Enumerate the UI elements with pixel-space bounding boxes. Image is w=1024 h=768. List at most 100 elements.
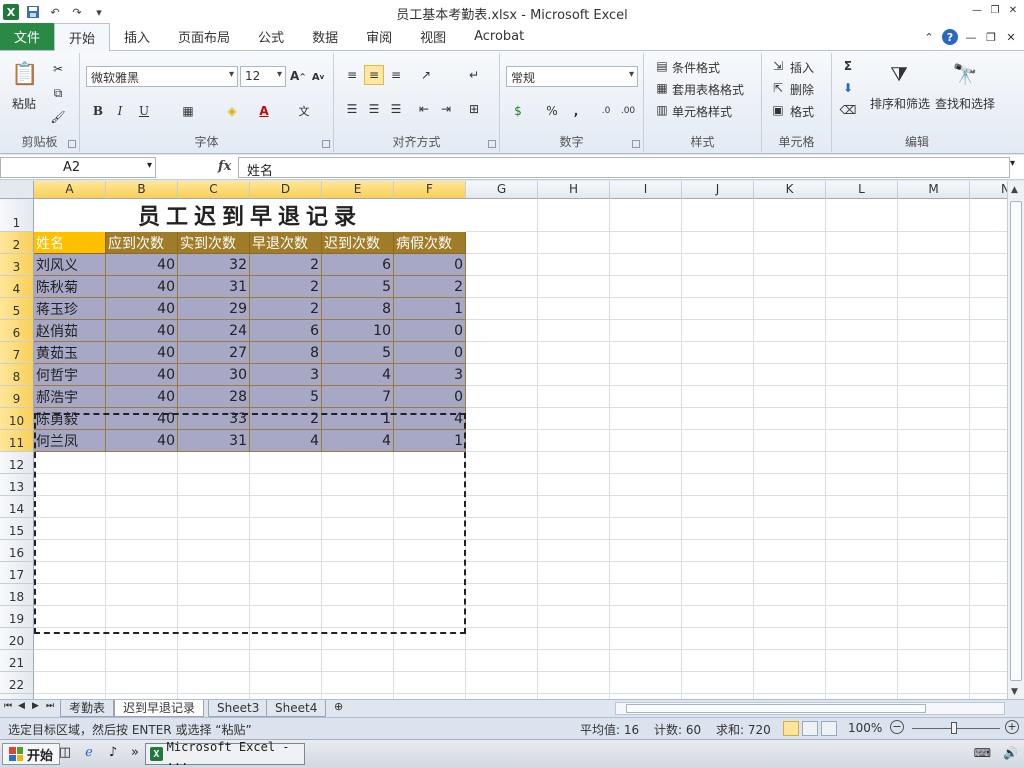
grid-cell[interactable] (682, 562, 754, 584)
grid-cell[interactable] (682, 672, 754, 694)
row-header-9[interactable]: 9 (0, 386, 34, 408)
grid-cell[interactable] (898, 628, 970, 650)
ie-browser-icon[interactable]: ℯ (80, 745, 98, 763)
wrap-text-icon[interactable]: ↵ (464, 65, 484, 85)
grid-cell[interactable] (610, 584, 682, 606)
bold-button[interactable]: B (88, 101, 108, 121)
grid-cell[interactable] (898, 540, 970, 562)
grid-cell[interactable] (970, 650, 1007, 672)
grid-cell[interactable] (682, 650, 754, 672)
align-right-icon[interactable]: ☰ (386, 99, 406, 119)
grid-cell[interactable] (466, 430, 538, 452)
grid-cell[interactable] (682, 518, 754, 540)
grid-cell[interactable] (250, 650, 322, 672)
row-header-16[interactable]: 16 (0, 540, 34, 562)
font-name-select[interactable]: 微软雅黑 (86, 66, 238, 87)
grid-cell[interactable] (826, 650, 898, 672)
grid-cell[interactable] (682, 254, 754, 276)
count-cell[interactable]: 40 (106, 254, 178, 276)
grid-cell[interactable] (106, 650, 178, 672)
find-select-icon[interactable]: 🔭 (948, 57, 982, 91)
insert-cells-button[interactable]: 插入 (790, 59, 814, 76)
grid-cell[interactable] (754, 606, 826, 628)
employee-name-cell[interactable]: 陈秋菊 (34, 276, 106, 298)
start-button[interactable]: 开始 (2, 743, 61, 765)
grid-cell[interactable] (754, 386, 826, 408)
grid-cell[interactable] (466, 672, 538, 694)
grid-cell[interactable] (682, 320, 754, 342)
count-cell[interactable]: 7 (322, 386, 394, 408)
row-header-7[interactable]: 7 (0, 342, 34, 364)
tab-view[interactable]: 视图 (406, 23, 460, 50)
grid-cell[interactable] (898, 298, 970, 320)
grid-cell[interactable] (538, 518, 610, 540)
employee-name-cell[interactable]: 何哲宇 (34, 364, 106, 386)
grid-cell[interactable] (898, 452, 970, 474)
copy-icon[interactable]: ⧉ (48, 83, 68, 103)
zoom-slider-thumb[interactable] (951, 722, 957, 734)
doc-restore-icon[interactable]: ❐ (984, 31, 998, 44)
grid-cell[interactable] (754, 232, 826, 254)
count-cell[interactable]: 40 (106, 430, 178, 452)
column-header-a[interactable]: A (34, 181, 106, 199)
grid-cell[interactable] (610, 562, 682, 584)
row-header-2[interactable]: 2 (0, 232, 34, 254)
grid-cell[interactable] (610, 386, 682, 408)
grid-cell[interactable] (754, 199, 826, 232)
table-header-cell[interactable]: 姓名 (34, 232, 106, 254)
formula-input[interactable]: 姓名 (238, 157, 1010, 179)
new-sheet-icon[interactable]: ⊕ (334, 700, 343, 713)
grid-cell[interactable] (250, 628, 322, 650)
grid-cell[interactable] (250, 496, 322, 518)
grid-cell[interactable] (250, 584, 322, 606)
grid-cell[interactable] (106, 606, 178, 628)
grid-cell[interactable] (610, 232, 682, 254)
grid-cell[interactable] (538, 408, 610, 430)
find-select-button[interactable]: 查找和选择 (935, 95, 995, 112)
row-header-10[interactable]: 10 (0, 408, 34, 430)
count-cell[interactable]: 6 (250, 320, 322, 342)
grid-cell[interactable] (898, 650, 970, 672)
media-icon[interactable]: ♪ (104, 745, 122, 763)
row-header-8[interactable]: 8 (0, 364, 34, 386)
grid-cell[interactable] (106, 584, 178, 606)
grid-cell[interactable] (34, 672, 106, 694)
grid-cell[interactable] (538, 496, 610, 518)
grid-cell[interactable] (754, 518, 826, 540)
grid-cell[interactable] (826, 672, 898, 694)
grid-cell[interactable] (610, 474, 682, 496)
grid-cell[interactable] (322, 584, 394, 606)
grid-cell[interactable] (610, 496, 682, 518)
grid-cell[interactable] (538, 672, 610, 694)
grid-cell[interactable] (754, 672, 826, 694)
table-header-cell[interactable]: 病假次数 (394, 232, 466, 254)
grid-cell[interactable] (178, 452, 250, 474)
grid-cell[interactable] (466, 562, 538, 584)
grid-cell[interactable] (34, 496, 106, 518)
grid-cell[interactable] (898, 606, 970, 628)
count-cell[interactable]: 0 (394, 254, 466, 276)
number-format-select[interactable]: 常规 (506, 66, 638, 87)
grid-cell[interactable] (610, 298, 682, 320)
sheet-tab-late-early[interactable]: 迟到早退记录 (114, 700, 205, 717)
grid-cell[interactable] (610, 540, 682, 562)
row-header-17[interactable]: 17 (0, 562, 34, 584)
grid-cell[interactable] (754, 298, 826, 320)
grid-cell[interactable] (610, 672, 682, 694)
count-cell[interactable]: 8 (250, 342, 322, 364)
phonetic-icon[interactable]: 文 (294, 101, 314, 121)
count-cell[interactable]: 40 (106, 386, 178, 408)
increase-decimal-icon[interactable]: .0 (596, 101, 616, 121)
count-cell[interactable]: 0 (394, 386, 466, 408)
taskbar-excel-item[interactable]: X Microsoft Excel - ... (145, 740, 305, 768)
grid-cell[interactable] (682, 408, 754, 430)
grid-cell[interactable] (610, 650, 682, 672)
tab-insert[interactable]: 插入 (110, 23, 164, 50)
grid-cell[interactable] (322, 628, 394, 650)
fill-icon[interactable]: ⬇ (838, 78, 858, 98)
grid-cell[interactable] (322, 650, 394, 672)
conditional-format-icon[interactable]: ▤ (652, 56, 672, 76)
zoom-level[interactable]: 100% (848, 721, 882, 735)
grid-cell[interactable] (466, 496, 538, 518)
grid-cell[interactable] (34, 584, 106, 606)
